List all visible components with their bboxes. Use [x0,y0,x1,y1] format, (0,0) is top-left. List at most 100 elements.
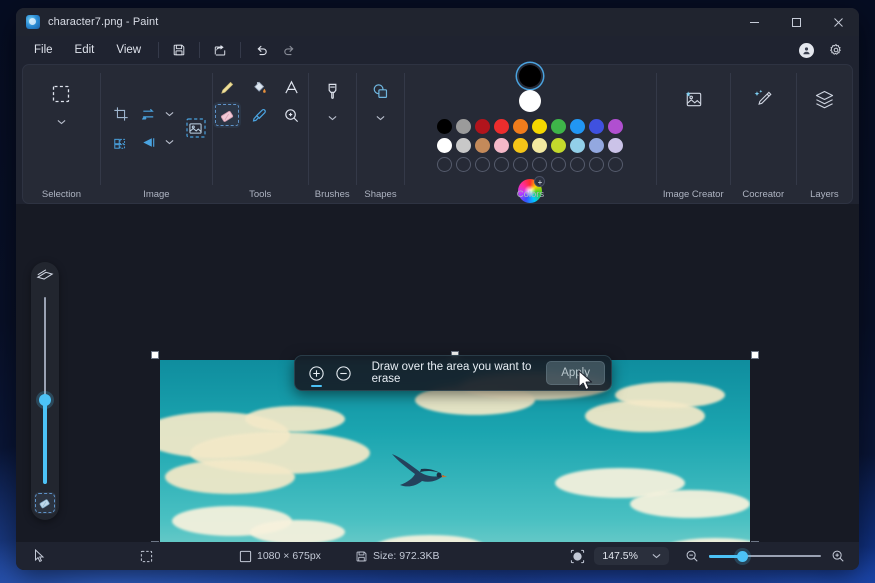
close-button[interactable] [817,8,859,36]
group-colors: + Colors [405,65,656,203]
maximize-button[interactable] [775,8,817,36]
selection-handle[interactable] [752,352,758,358]
eraser-icon[interactable] [213,102,242,128]
color-swatch-row1-8[interactable] [589,119,605,134]
color-swatch-row2-9[interactable] [608,138,624,153]
selection-handle[interactable] [152,352,158,358]
group-layers: Layers [797,65,852,203]
menu-bar: File Edit View [16,36,859,64]
brush-icon[interactable] [317,77,347,105]
image-resize-dropdown-icon[interactable] [163,101,176,127]
rectangle-select-icon[interactable] [44,79,78,109]
pencil-icon[interactable] [213,74,241,100]
brush-slider-thumb[interactable] [39,393,51,406]
resize-icon[interactable] [135,101,163,127]
color-swatch-row2-1[interactable] [456,138,472,153]
menu-file[interactable]: File [24,40,63,60]
group-shapes-label: Shapes [364,189,397,200]
color-swatch-empty-0[interactable] [437,157,453,172]
color-swatch-empty-1[interactable] [456,157,472,172]
plus-circle-icon[interactable] [303,359,330,387]
color-swatch-row1-5[interactable] [532,119,548,134]
color-swatch-empty-8[interactable] [589,157,605,172]
group-layers-label: Layers [810,189,839,200]
flip-icon[interactable] [135,129,163,155]
settings-gear-icon[interactable] [823,39,849,61]
color-swatch-row2-7[interactable] [570,138,586,153]
menu-edit[interactable]: Edit [65,40,105,60]
group-selection-label: Selection [41,189,81,200]
menu-view[interactable]: View [106,40,151,60]
color-palette-grid [437,119,624,172]
zoom-in-icon[interactable] [827,545,849,567]
color-swatch-empty-7[interactable] [570,157,586,172]
eraser-tool-icon[interactable] [34,492,56,514]
fit-to-window-icon[interactable] [566,545,588,567]
minimize-button[interactable] [733,8,775,36]
color-swatch-row1-6[interactable] [551,119,567,134]
magnifier-icon[interactable] [277,102,305,128]
cursor-position-icon [26,545,54,567]
title-bar: character7.png - Paint [16,8,859,36]
paint-window: character7.png - Paint File Edit View Se… [16,8,859,570]
color-swatch-row2-5[interactable] [532,138,548,153]
cloud [165,460,295,494]
image-flip-dropdown-icon[interactable] [163,129,176,155]
account-avatar[interactable] [793,39,819,61]
selection-dropdown-icon[interactable] [55,109,68,135]
remove-background-icon[interactable] [180,112,212,144]
current-colors [519,65,542,112]
apply-button[interactable]: Apply [546,361,605,385]
color-swatch-row2-2[interactable] [475,138,491,153]
color-swatch-empty-2[interactable] [475,157,491,172]
color-swatch-row1-9[interactable] [608,119,624,134]
zoom-level-text: 147.5% [602,550,638,562]
color-swatch-row2-8[interactable] [589,138,605,153]
brush-size-slider[interactable] [39,297,51,484]
layers-icon[interactable] [809,84,839,114]
share-icon[interactable] [207,39,233,61]
primary-color-swatch[interactable] [519,65,542,87]
zoom-out-icon[interactable] [681,545,703,567]
rotate-icon[interactable] [107,129,135,155]
canvas-work-area: Draw over the area you want to erase App… [16,204,859,542]
fill-bucket-icon[interactable] [245,74,273,100]
color-swatch-row1-2[interactable] [475,119,491,134]
zoom-slider[interactable] [709,549,821,563]
zoom-slider-thumb[interactable] [737,550,749,562]
image-creator-icon[interactable] [678,84,708,114]
minus-circle-icon[interactable] [330,359,357,387]
color-swatch-row1-3[interactable] [494,119,510,134]
color-swatch-row1-4[interactable] [513,119,529,134]
color-swatch-row2-0[interactable] [437,138,453,153]
color-swatch-row1-0[interactable] [437,119,453,134]
color-swatch-row2-3[interactable] [494,138,510,153]
shapes-dropdown-icon[interactable] [374,105,387,131]
file-size-icon [356,551,367,561]
color-swatch-empty-4[interactable] [513,157,529,172]
color-swatch-empty-3[interactable] [494,157,510,172]
eyedropper-icon[interactable] [245,102,273,128]
menubar-right [793,39,859,61]
cloud [630,490,750,518]
color-swatch-empty-5[interactable] [532,157,548,172]
save-icon[interactable] [166,39,192,61]
brushes-dropdown-icon[interactable] [326,105,339,131]
color-swatch-row1-1[interactable] [456,119,472,134]
crop-icon[interactable] [107,101,135,127]
redo-icon[interactable] [276,39,302,61]
secondary-color-swatch[interactable] [519,90,542,112]
chevron-down-icon [652,554,661,559]
color-swatch-row2-4[interactable] [513,138,529,153]
zoom-level-dropdown[interactable]: 147.5% [594,547,669,565]
color-swatch-empty-9[interactable] [608,157,624,172]
group-image: Image [101,65,212,203]
color-swatch-empty-6[interactable] [551,157,567,172]
text-tool-icon[interactable] [277,74,305,100]
menu-divider-1 [158,42,160,58]
color-swatch-row2-6[interactable] [551,138,567,153]
color-swatch-row1-7[interactable] [570,119,586,134]
undo-icon[interactable] [248,39,274,61]
cocreator-icon[interactable] [748,84,778,114]
shapes-icon[interactable] [365,77,395,105]
